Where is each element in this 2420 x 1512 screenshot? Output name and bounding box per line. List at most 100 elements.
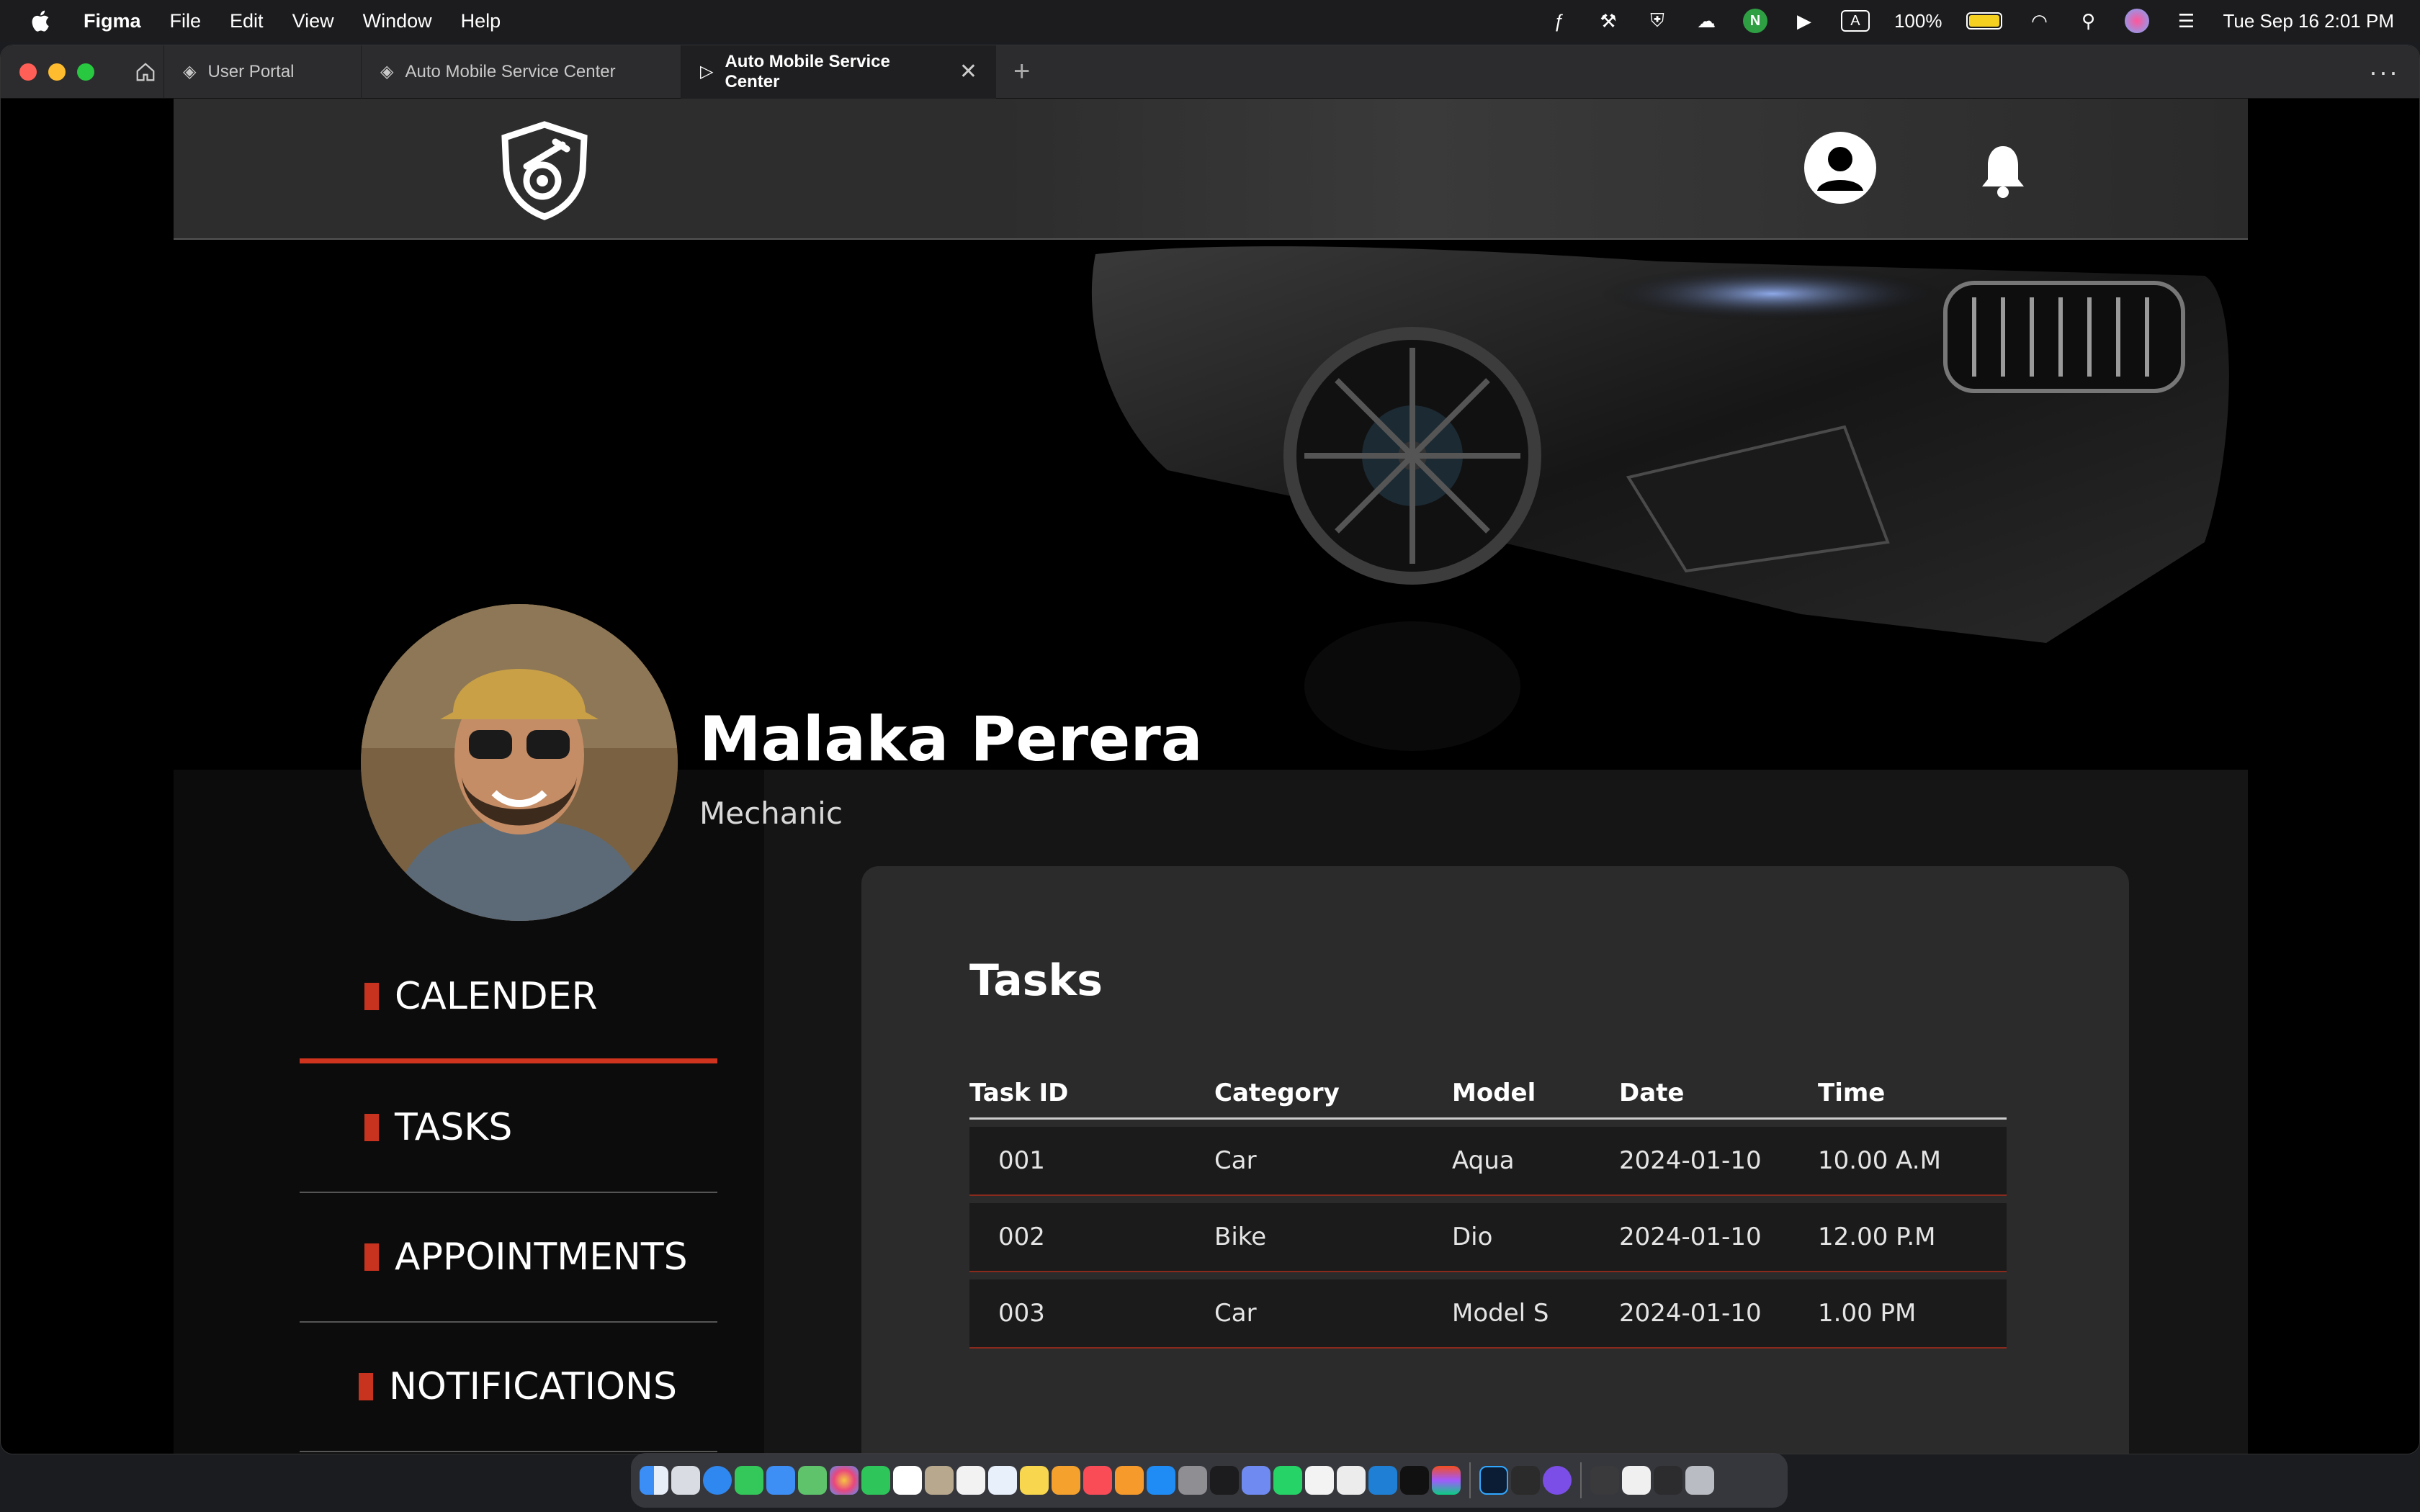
contacts-icon[interactable] xyxy=(925,1466,954,1495)
cell-model: Model S xyxy=(1452,1299,1549,1328)
column-header-time[interactable]: Time xyxy=(1818,1079,2007,1107)
play-icon: ▷ xyxy=(700,62,714,81)
control-center-icon[interactable]: ☰ xyxy=(2174,9,2198,33)
notes-icon[interactable] xyxy=(1020,1466,1049,1495)
window-controls xyxy=(19,63,94,81)
whatsapp-icon[interactable] xyxy=(1273,1466,1302,1495)
macos-menu-bar: Figma File Edit View Window Help ƒ ⚒ ⛨ ☁… xyxy=(0,0,2420,42)
cell-task-id: 001 xyxy=(998,1146,1045,1175)
menu-file[interactable]: File xyxy=(170,10,202,32)
menu-window[interactable]: Window xyxy=(363,10,432,32)
cell-category: Bike xyxy=(1214,1223,1267,1251)
messages-icon[interactable] xyxy=(735,1466,763,1495)
maps-icon[interactable] xyxy=(798,1466,827,1495)
terminal-icon[interactable] xyxy=(1511,1466,1540,1495)
home-icon[interactable] xyxy=(127,54,163,90)
shield-wrench-logo[interactable] xyxy=(498,120,591,221)
figma-file-icon: ◈ xyxy=(183,62,197,81)
menu-help[interactable]: Help xyxy=(461,10,501,32)
menubar-clock[interactable]: Tue Sep 16 2:01 PM xyxy=(2223,10,2394,32)
menu-edit[interactable]: Edit xyxy=(230,10,264,32)
tab-user-portal[interactable]: ◈ User Portal xyxy=(163,45,361,99)
close-window-button[interactable] xyxy=(19,63,37,81)
bell-icon[interactable] xyxy=(1978,142,2028,199)
app-store-icon[interactable] xyxy=(1147,1466,1175,1495)
nav-appointments[interactable]: APPOINTMENTS xyxy=(300,1193,717,1323)
screenshot-icon[interactable] xyxy=(1590,1466,1619,1495)
system-settings-icon[interactable] xyxy=(1178,1466,1207,1495)
pages-icon[interactable] xyxy=(1115,1466,1144,1495)
cursor-icon[interactable] xyxy=(1400,1466,1429,1495)
tab-auto-mobile-service-center-prototype[interactable]: ▷ Auto Mobile Service Center ✕ xyxy=(681,45,996,99)
launchpad-icon[interactable] xyxy=(671,1466,700,1495)
figma-icon[interactable] xyxy=(1432,1466,1461,1495)
nav-calender[interactable]: CALENDER xyxy=(300,934,717,1063)
mail-icon[interactable] xyxy=(766,1466,795,1495)
tab-auto-mobile-service-center[interactable]: ◈ Auto Mobile Service Center xyxy=(361,45,681,99)
shield-tray-icon[interactable]: ⛨ xyxy=(1645,9,1670,33)
siri-icon[interactable] xyxy=(2125,9,2150,33)
nav-notifications[interactable]: NOTIFICATIONS xyxy=(300,1323,717,1452)
app-purple-icon[interactable] xyxy=(1543,1466,1572,1495)
cloud-tray-icon[interactable]: ☁ xyxy=(1694,9,1718,33)
textedit-icon[interactable] xyxy=(1305,1466,1334,1495)
minimize-window-button[interactable] xyxy=(48,63,66,81)
tasks-table: Task ID Category Model Date Time 001 Car… xyxy=(969,1068,2007,1349)
finder-icon[interactable] xyxy=(640,1466,668,1495)
cell-time: 1.00 PM xyxy=(1818,1299,1917,1328)
site-header xyxy=(174,99,2248,240)
user-avatar-icon[interactable] xyxy=(1804,132,1876,204)
reminders-icon[interactable] xyxy=(956,1466,985,1495)
column-header-model[interactable]: Model xyxy=(1452,1079,1619,1107)
keynote-icon[interactable] xyxy=(1052,1466,1080,1495)
tools-tray-icon[interactable]: ⚒ xyxy=(1596,9,1621,33)
nav-tasks[interactable]: TASKS xyxy=(300,1063,717,1193)
books-icon[interactable] xyxy=(1242,1466,1270,1495)
music-icon[interactable] xyxy=(1083,1466,1112,1495)
freeform-icon[interactable] xyxy=(988,1466,1017,1495)
apple-tv-icon[interactable] xyxy=(1210,1466,1239,1495)
calendar-icon[interactable] xyxy=(893,1466,922,1495)
trash-icon[interactable] xyxy=(1685,1466,1714,1495)
figma-tray-icon[interactable]: ƒ xyxy=(1547,9,1572,33)
car-banner-image xyxy=(1081,240,2248,770)
window-icon[interactable] xyxy=(1654,1466,1682,1495)
figma-file-icon: ◈ xyxy=(380,62,394,81)
new-tab-icon[interactable]: + xyxy=(1013,55,1030,88)
apple-icon[interactable] xyxy=(29,9,50,33)
prototype-canvas: Malaka Perera Mechanic CALENDER TASKS AP… xyxy=(1,99,2419,1454)
app-menu-figma[interactable]: Figma xyxy=(84,10,141,32)
figma-window: ◈ User Portal ◈ Auto Mobile Service Cent… xyxy=(0,45,2420,1454)
zoom-window-button[interactable] xyxy=(77,63,94,81)
close-tab-icon[interactable]: ✕ xyxy=(959,59,977,84)
table-row[interactable]: 002 Bike Dio 2024-01-10 12.00 P.M xyxy=(969,1203,2007,1272)
vscode-icon[interactable] xyxy=(1368,1466,1397,1495)
column-header-date[interactable]: Date xyxy=(1619,1079,1818,1107)
photos-icon[interactable] xyxy=(830,1466,859,1495)
n-badge-tray-icon[interactable]: N xyxy=(1742,9,1767,33)
menu-view[interactable]: View xyxy=(292,10,334,32)
table-row[interactable]: 001 Car Aqua 2024-01-10 10.00 A.M xyxy=(969,1127,2007,1196)
table-header: Task ID Category Model Date Time xyxy=(969,1068,2007,1120)
user-name: Malaka Perera xyxy=(699,703,1203,775)
dock-separator xyxy=(1580,1462,1582,1498)
facetime-icon[interactable] xyxy=(861,1466,890,1495)
more-options-icon[interactable]: ··· xyxy=(2369,57,2399,87)
photoshop-icon[interactable] xyxy=(1479,1466,1508,1495)
table-row[interactable]: 003 Car Model S 2024-01-10 1.00 PM xyxy=(969,1279,2007,1349)
dock-separator xyxy=(1469,1462,1471,1498)
play-tray-icon[interactable]: ▶ xyxy=(1792,9,1816,33)
cell-task-id: 002 xyxy=(998,1223,1045,1251)
chatgpt-icon[interactable] xyxy=(1337,1466,1366,1495)
safari-icon[interactable] xyxy=(703,1466,732,1495)
macos-dock xyxy=(631,1453,1788,1508)
column-header-task-id[interactable]: Task ID xyxy=(969,1079,1214,1107)
input-source-icon[interactable]: A xyxy=(1840,10,1870,32)
wifi-icon[interactable]: ◠ xyxy=(2027,9,2051,33)
column-header-category[interactable]: Category xyxy=(1214,1079,1452,1107)
cell-date: 2024-01-10 xyxy=(1619,1223,1762,1251)
document-icon[interactable] xyxy=(1622,1466,1651,1495)
battery-icon[interactable] xyxy=(1966,12,2003,30)
tab-bar: ◈ User Portal ◈ Auto Mobile Service Cent… xyxy=(1,45,2419,99)
search-icon[interactable]: ⚲ xyxy=(2076,9,2100,33)
